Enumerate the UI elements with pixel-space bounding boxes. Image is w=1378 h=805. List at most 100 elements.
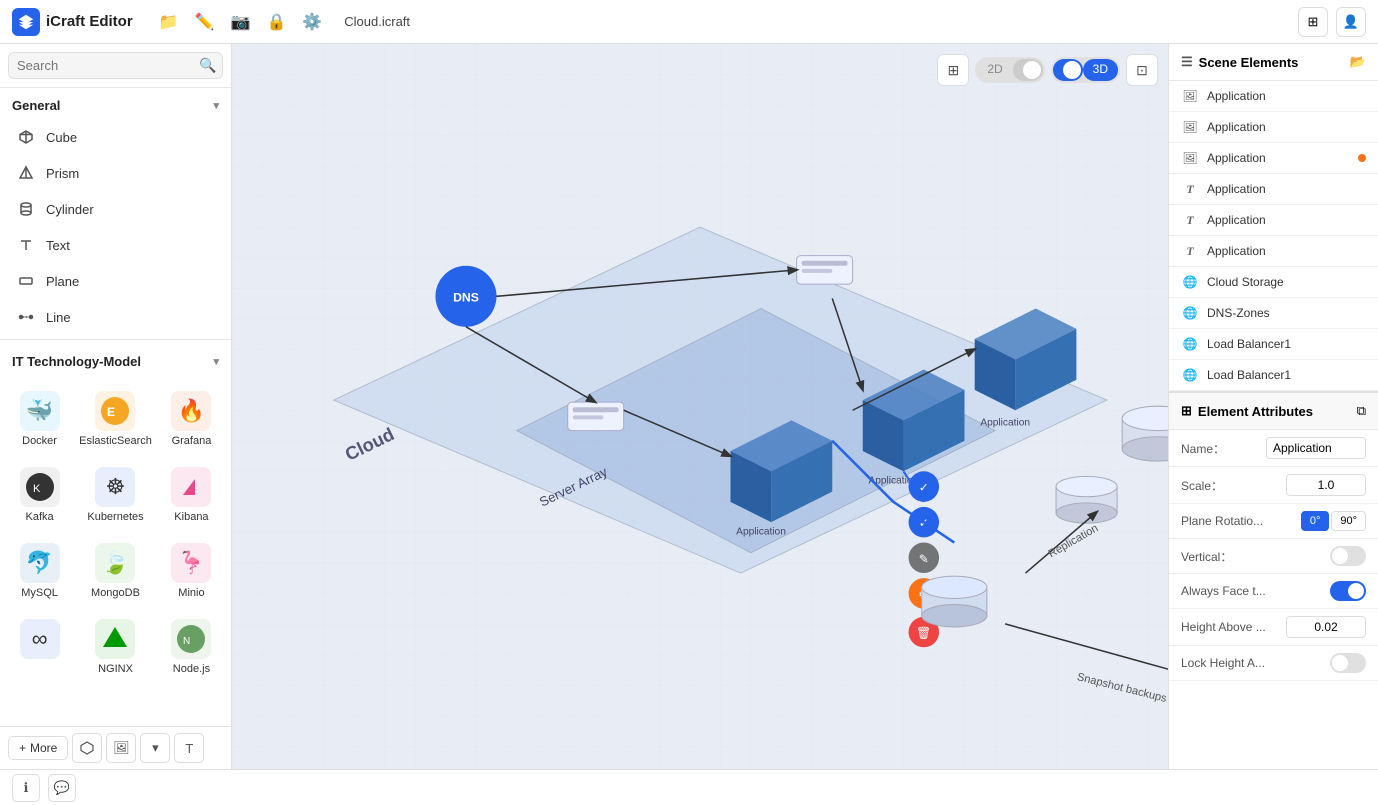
- canvas[interactable]: ⊞ 2D 3D ⊡: [232, 44, 1168, 769]
- scene-item-4[interactable]: T Application: [1169, 205, 1378, 236]
- height-above-input[interactable]: [1286, 616, 1366, 638]
- grid-item-grafana[interactable]: 🔥 Grafana: [160, 383, 223, 455]
- logo-icon: [12, 8, 40, 36]
- scene-item-3[interactable]: T Application: [1169, 174, 1378, 205]
- general-section-header: General ▾: [0, 88, 231, 119]
- mysql-label: MySQL: [21, 587, 58, 599]
- lines-icon: ☰: [1181, 54, 1193, 70]
- chevron-down-icon[interactable]: ▾: [140, 733, 170, 763]
- rotation-0-button[interactable]: 0°: [1301, 511, 1330, 531]
- cube-bottom-icon[interactable]: [72, 733, 102, 763]
- grid-view-button[interactable]: ⊞: [1298, 7, 1328, 37]
- kibana-label: Kibana: [174, 511, 208, 523]
- it-chevron[interactable]: ▾: [213, 355, 219, 368]
- sidebar-item-text[interactable]: Text: [0, 227, 231, 263]
- image-icon-2: 🖼: [1181, 149, 1199, 167]
- grid-item-nodejs[interactable]: N Node.js: [160, 611, 223, 683]
- grid-item-nginx[interactable]: NGINX: [75, 611, 156, 683]
- svg-text:✓: ✓: [919, 481, 929, 495]
- search-bar: 🔍: [0, 44, 231, 88]
- height-above-attr-label: Height Above ...: [1181, 620, 1286, 634]
- grid-toggle-button[interactable]: ⊞: [937, 54, 969, 86]
- grid-item-item10[interactable]: ∞: [8, 611, 71, 683]
- grid-item-mysql[interactable]: 🐬 MySQL: [8, 535, 71, 607]
- pen-icon[interactable]: ✏️: [191, 8, 219, 36]
- scene-item-2[interactable]: 🖼 Application: [1169, 143, 1378, 174]
- top-right-actions: ⊞ 👤: [1298, 7, 1366, 37]
- svg-text:🗑: 🗑: [916, 626, 931, 640]
- grid-item-kibana[interactable]: Kibana: [160, 459, 223, 531]
- scene-item-label-1: Application: [1207, 120, 1266, 134]
- copy-button[interactable]: ⧉: [1357, 403, 1366, 419]
- plus-icon: +: [19, 741, 26, 755]
- info-button[interactable]: ℹ: [12, 774, 40, 802]
- grid-item-kubernetes[interactable]: ☸ Kubernetes: [75, 459, 156, 531]
- sidebar-item-cube[interactable]: Cube: [0, 119, 231, 155]
- rotation-90-button[interactable]: 90°: [1331, 511, 1366, 531]
- 2d-toggle-group: 2D: [975, 57, 1044, 83]
- settings-bottom-button[interactable]: 💬: [48, 774, 76, 802]
- scene-item-6[interactable]: 🌐 Cloud Storage: [1169, 267, 1378, 298]
- toggle-2d[interactable]: 2D: [977, 59, 1012, 81]
- general-chevron[interactable]: ▾: [213, 99, 219, 112]
- globe-icon-8: 🌐: [1181, 335, 1199, 353]
- scene-item-9[interactable]: 🌐 Load Balancer1: [1169, 360, 1378, 391]
- globe-icon-6: 🌐: [1181, 273, 1199, 291]
- scene-item-label-0: Application: [1207, 89, 1266, 103]
- camera-icon[interactable]: 📷: [227, 8, 255, 36]
- scale-attr-input[interactable]: [1286, 474, 1366, 496]
- more-label: More: [30, 741, 57, 755]
- grid-item-kafka[interactable]: K Kafka: [8, 459, 71, 531]
- scene-item-label-2: Application: [1207, 151, 1266, 165]
- grid-item-docker[interactable]: 🐳 Docker: [8, 383, 71, 455]
- left-bottom-toolbar: + More 🖼 ▾ T: [0, 726, 231, 769]
- scene-item-7[interactable]: 🌐 DNS-Zones: [1169, 298, 1378, 329]
- svg-text:N: N: [183, 636, 190, 647]
- docker-label: Docker: [22, 435, 57, 447]
- name-attr-input[interactable]: [1266, 437, 1366, 459]
- scene-item-8[interactable]: 🌐 Load Balancer1: [1169, 329, 1378, 360]
- line-label: Line: [46, 310, 71, 325]
- search-input[interactable]: [17, 58, 193, 73]
- text-icon: [16, 235, 36, 255]
- account-button[interactable]: 👤: [1336, 7, 1366, 37]
- toggle-3d[interactable]: 3D: [1083, 59, 1118, 81]
- svg-text:DNS: DNS: [453, 290, 479, 304]
- 3d-toggle-group: 3D: [1051, 57, 1120, 83]
- fullscreen-button[interactable]: ⊡: [1126, 54, 1158, 86]
- scene-item-label-7: DNS-Zones: [1207, 306, 1270, 320]
- globe-icon-9: 🌐: [1181, 366, 1199, 384]
- text-bottom-icon[interactable]: T: [174, 733, 204, 763]
- vertical-toggle[interactable]: [1330, 546, 1366, 566]
- grid-item-minio[interactable]: 🦩 Minio: [160, 535, 223, 607]
- folder-scene-icon[interactable]: 📂: [1350, 54, 1366, 70]
- lock-height-toggle[interactable]: [1330, 653, 1366, 673]
- diagram-canvas[interactable]: Cloud Server Array DNS Application: [232, 44, 1168, 769]
- name-attr-label: Name：: [1181, 440, 1266, 457]
- more-button[interactable]: + More: [8, 736, 68, 760]
- sidebar-item-prism[interactable]: Prism: [0, 155, 231, 191]
- image-bottom-icon[interactable]: 🖼: [106, 733, 136, 763]
- sidebar-item-plane[interactable]: Plane: [0, 263, 231, 299]
- scene-item-5[interactable]: T Application: [1169, 236, 1378, 267]
- filename: Cloud.icraft: [344, 14, 410, 29]
- scene-elements-header: ☰ Scene Elements 📂: [1169, 44, 1378, 81]
- right-sidebar: ☰ Scene Elements 📂 🖼 Application 🖼 Appli…: [1168, 44, 1378, 769]
- gear-icon[interactable]: ⚙️: [298, 8, 326, 36]
- it-section-header: IT Technology-Model ▾: [0, 344, 231, 375]
- scene-item-label-5: Application: [1207, 244, 1266, 258]
- sidebar-item-line[interactable]: Line: [0, 299, 231, 335]
- main-area: 🔍 General ▾ Cube Prism: [0, 44, 1378, 769]
- text-icon-3: T: [1181, 180, 1199, 198]
- sidebar-item-cylinder[interactable]: Cylinder: [0, 191, 231, 227]
- grid-item-elasticsearch[interactable]: E EslasticSearch: [75, 383, 156, 455]
- scene-item-1[interactable]: 🖼 Application: [1169, 112, 1378, 143]
- element-attributes-header: ⊞ Element Attributes ⧉: [1169, 393, 1378, 430]
- always-face-toggle[interactable]: [1330, 581, 1366, 601]
- search-icon[interactable]: 🔍: [199, 57, 216, 74]
- app-name: iCraft Editor: [46, 13, 133, 30]
- lock-icon[interactable]: 🔒: [262, 8, 290, 36]
- scene-item-0[interactable]: 🖼 Application: [1169, 81, 1378, 112]
- folder-icon[interactable]: 📁: [155, 8, 183, 36]
- grid-item-mongodb[interactable]: 🍃 MongoDB: [75, 535, 156, 607]
